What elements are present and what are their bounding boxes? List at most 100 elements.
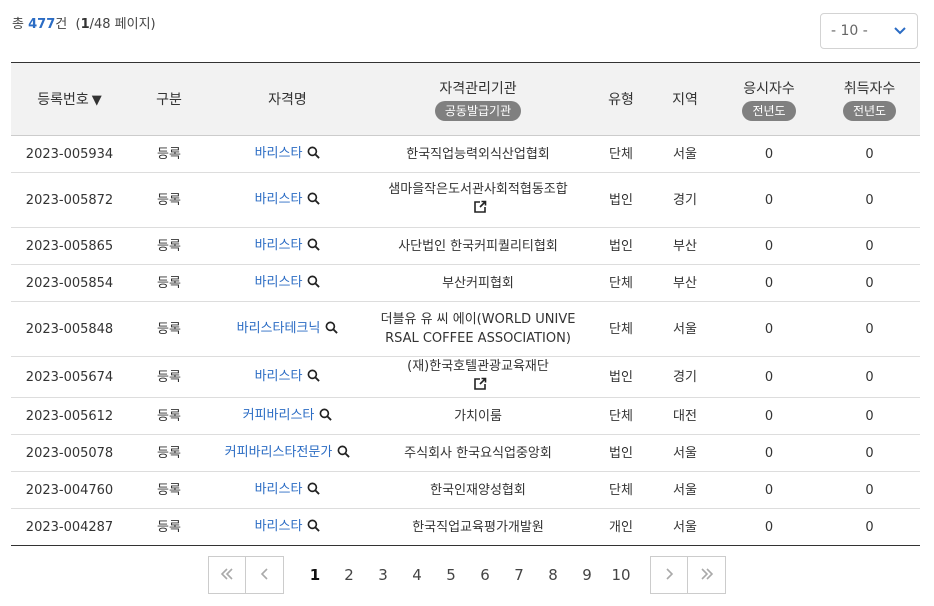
page-number-7[interactable]: 7 [502, 566, 536, 584]
table-row: 2023-005612 등록 커피바리스타 가치이룸 단체 대전 0 0 [11, 397, 920, 435]
search-icon[interactable] [307, 146, 321, 165]
header-applicants: 응시자수 전년도 [719, 62, 819, 136]
header-reg-no[interactable]: 등록번호 ▼ [11, 62, 128, 136]
page-number-4[interactable]: 4 [400, 566, 434, 584]
page-number-2[interactable]: 2 [332, 566, 366, 584]
table-row: 2023-004287 등록 바리스타 한국직업교육평가개발원 개인 서울 0 0 [11, 508, 920, 546]
search-icon[interactable] [307, 369, 321, 388]
acquirers-cell: 0 [819, 397, 920, 435]
type-cell: 등록 [128, 356, 210, 398]
qualification-name-link[interactable]: 바리스타 [255, 482, 303, 497]
header-acquirers: 취득자수 전년도 [819, 62, 920, 136]
applicants-cell: 0 [719, 356, 819, 398]
org-name: 주식회사 한국요식업중앙회 [404, 445, 552, 461]
org-name: 더블유 유 씨 에이(WORLD UNIVE [380, 312, 576, 327]
search-icon[interactable] [307, 519, 321, 538]
page-size-select[interactable]: - 10 - [820, 13, 918, 49]
kind-cell: 법인 [591, 356, 651, 398]
reg-no-cell: 2023-005078 [11, 434, 128, 472]
acquirers-cell: 0 [819, 471, 920, 509]
qualification-table: 등록번호 ▼ 구분 자격명 자격관리기관 공동발급기관 유형 지역 응시자수 전년… [11, 62, 920, 546]
search-icon[interactable] [307, 275, 321, 294]
org-cell: 가치이룸 [365, 397, 591, 435]
reg-no-cell: 2023-005865 [11, 227, 128, 265]
reg-no-cell: 2023-005674 [11, 356, 128, 398]
search-icon[interactable] [319, 408, 333, 427]
page-number-1[interactable]: 1 [298, 566, 332, 584]
qualification-name-link[interactable]: 바리스타 [255, 275, 303, 290]
page-total: /48 페이지) [89, 17, 156, 32]
last-page-button[interactable] [688, 556, 726, 594]
page-number-5[interactable]: 5 [434, 566, 468, 584]
count-unit: 건 [55, 17, 68, 32]
qualification-name-link[interactable]: 바리스타테크닉 [237, 321, 321, 336]
next-page-button[interactable] [650, 556, 688, 594]
page-number-3[interactable]: 3 [366, 566, 400, 584]
sort-desc-icon: ▼ [91, 93, 102, 108]
acquirers-cell: 0 [819, 135, 920, 173]
type-cell: 등록 [128, 264, 210, 302]
region-cell: 부산 [651, 264, 719, 302]
table-row: 2023-004760 등록 바리스타 한국인재양성협회 단체 서울 0 0 [11, 471, 920, 509]
type-cell: 등록 [128, 471, 210, 509]
type-cell: 등록 [128, 397, 210, 435]
org-name: 한국직업능력외식산업협회 [406, 146, 550, 162]
qualification-name-link[interactable]: 커피바리스타전문가 [225, 445, 333, 460]
qualification-name-link[interactable]: 바리스타 [255, 146, 303, 161]
total-count: 477 [28, 17, 56, 32]
region-cell: 서울 [651, 301, 719, 357]
org-name-cont: RSAL COFFEE ASSOCIATION) [385, 331, 571, 346]
page-size-value: - 10 - [831, 23, 868, 39]
page-number-8[interactable]: 8 [536, 566, 570, 584]
applicants-cell: 0 [719, 397, 819, 435]
external-link-icon[interactable] [473, 377, 487, 397]
name-cell: 바리스타 [210, 264, 365, 302]
org-cell: 부산커피협회 [365, 264, 591, 302]
kind-cell: 단체 [591, 397, 651, 435]
name-cell: 바리스타 [210, 135, 365, 173]
region-cell: 대전 [651, 397, 719, 435]
applicants-cell: 0 [719, 264, 819, 302]
kind-cell: 개인 [591, 508, 651, 546]
search-icon[interactable] [337, 445, 351, 464]
first-page-button[interactable] [208, 556, 246, 594]
kind-cell: 단체 [591, 264, 651, 302]
qualification-name-link[interactable]: 바리스타 [255, 519, 303, 534]
qualification-name-link[interactable]: 바리스타 [255, 369, 303, 384]
qualification-name-link[interactable]: 바리스타 [255, 192, 303, 207]
page-number-9[interactable]: 9 [570, 566, 604, 584]
page-number-6[interactable]: 6 [468, 566, 502, 584]
header-type: 구분 [128, 62, 210, 136]
region-cell: 서울 [651, 434, 719, 472]
page-number-10[interactable]: 10 [604, 566, 638, 584]
reg-no-cell: 2023-005854 [11, 264, 128, 302]
acquirers-cell: 0 [819, 508, 920, 546]
acquirers-cell: 0 [819, 172, 920, 228]
table-row: 2023-005848 등록 바리스타테크닉 더블유 유 씨 에이(WORLD UNI… [11, 301, 920, 357]
acquirers-cell: 0 [819, 264, 920, 302]
org-name: (재)한국호텔관광교육재단 [407, 359, 549, 374]
table-header-row: 등록번호 ▼ 구분 자격명 자격관리기관 공동발급기관 유형 지역 응시자수 전년… [11, 62, 920, 136]
kind-cell: 법인 [591, 434, 651, 472]
qualification-name-link[interactable]: 커피바리스타 [243, 408, 315, 423]
prev-year-badge: 전년도 [742, 100, 796, 121]
first-page-icon [219, 566, 235, 585]
search-icon[interactable] [307, 482, 321, 501]
qualification-name-link[interactable]: 바리스타 [255, 238, 303, 253]
search-icon[interactable] [307, 238, 321, 257]
region-cell: 부산 [651, 227, 719, 265]
page-number-list: 1 2 3 4 5 6 7 8 9 10 [298, 566, 638, 584]
org-name: 한국직업교육평가개발원 [412, 519, 544, 535]
table-row: 2023-005872 등록 바리스타 샘마을작은도서관사회적협동조합 법인 경기 0 0 [11, 172, 920, 228]
org-name: 부산커피협회 [442, 275, 514, 291]
org-name: 가치이룸 [454, 408, 502, 424]
acquirers-cell: 0 [819, 301, 920, 357]
search-icon[interactable] [325, 321, 339, 340]
reg-no-cell: 2023-005848 [11, 301, 128, 357]
reg-no-cell: 2023-004760 [11, 471, 128, 509]
search-icon[interactable] [307, 192, 321, 211]
prev-page-button[interactable] [246, 556, 284, 594]
name-cell: 바리스타 [210, 471, 365, 509]
applicants-cell: 0 [719, 227, 819, 265]
external-link-icon[interactable] [473, 200, 487, 220]
